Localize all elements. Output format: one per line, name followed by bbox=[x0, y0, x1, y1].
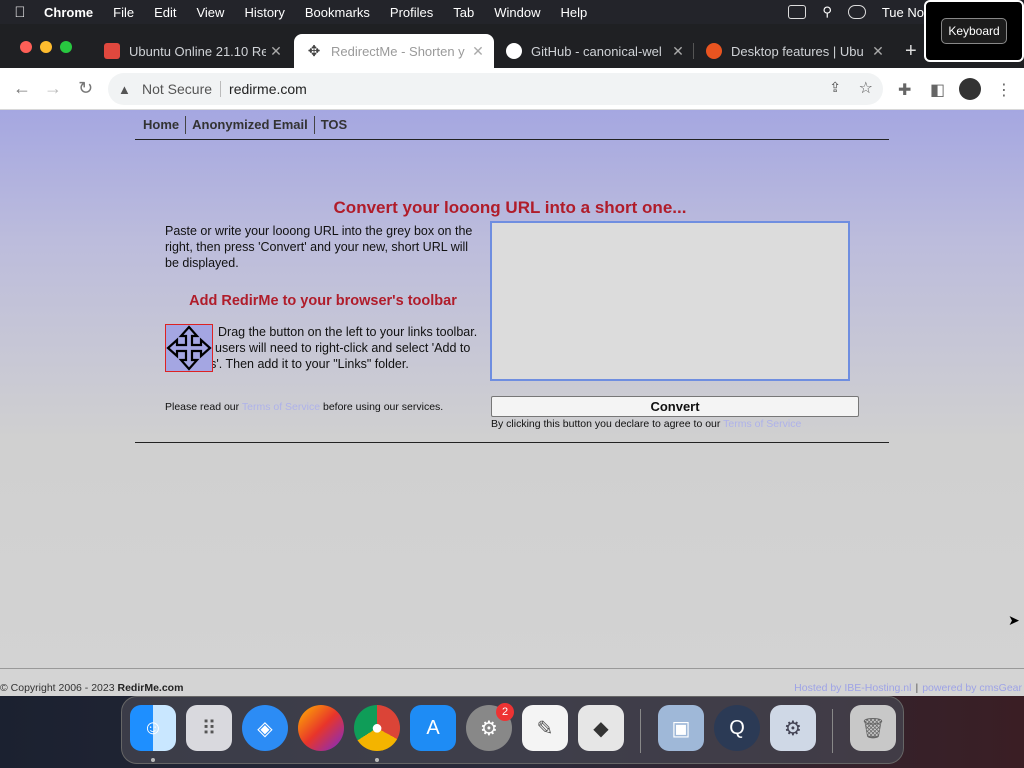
chrome-icon[interactable]: ● bbox=[354, 705, 400, 751]
textedit-icon[interactable]: ✎ bbox=[522, 705, 568, 751]
kebab-menu-icon[interactable]: ⋮ bbox=[996, 80, 1012, 100]
reload-icon[interactable]: ↻ bbox=[78, 78, 93, 99]
agree-note: By clicking this button you declare to a… bbox=[491, 418, 801, 430]
move-arrows-icon: ✥ bbox=[307, 43, 321, 60]
menu-history[interactable]: History bbox=[234, 5, 294, 20]
apple-icon[interactable]:  bbox=[0, 4, 40, 21]
toolbar-heading: Add RedirMe to your browser's toolbar bbox=[189, 293, 457, 309]
terms-link[interactable]: Terms of Service bbox=[242, 401, 320, 413]
tab-ubuntu-online[interactable]: Ubuntu Online 21.10 Re ✕ bbox=[92, 34, 292, 68]
menu-profiles[interactable]: Profiles bbox=[380, 5, 443, 20]
page-headline: Convert your looong URL into a short one… bbox=[333, 198, 687, 217]
copyright-years: © Copyright 2006 - 2023 bbox=[0, 682, 115, 694]
roblox-icon[interactable]: ◆ bbox=[578, 705, 624, 751]
close-tab-icon[interactable]: ✕ bbox=[468, 43, 488, 60]
bottom-divider bbox=[135, 442, 889, 443]
trash-icon[interactable]: 🗑 bbox=[850, 705, 896, 751]
site-footer: © Copyright 2006 - 2023 RedirMe.com Host… bbox=[0, 668, 1024, 696]
agree-note-prefix: By clicking this button you declare to a… bbox=[491, 418, 721, 430]
notification-badge: 2 bbox=[496, 703, 514, 721]
tab-title: Ubuntu Online 21.10 Re bbox=[129, 43, 266, 59]
terms-note-prefix: Please read our bbox=[165, 401, 240, 413]
github-icon bbox=[506, 43, 522, 59]
terms-note: Please read our Terms of Service before … bbox=[165, 401, 443, 413]
close-tab-icon[interactable]: ✕ bbox=[266, 43, 286, 60]
intro-text: Paste or write your looong URL into the … bbox=[165, 224, 473, 270]
tab-title: RedirectMe - Shorten y bbox=[331, 43, 465, 59]
tab-title: Desktop features | Ubu bbox=[731, 43, 864, 59]
security-label[interactable]: Not Secure bbox=[142, 81, 212, 97]
nav-home[interactable]: Home bbox=[137, 116, 187, 134]
window-controls bbox=[20, 41, 72, 53]
convert-button[interactable]: Convert bbox=[491, 396, 859, 417]
keyboard-popup: Keyboard bbox=[924, 0, 1024, 62]
nav-anonymized-email[interactable]: Anonymized Email bbox=[186, 116, 315, 134]
macos-menubar:  Chrome File Edit View History Bookmark… bbox=[0, 0, 1024, 24]
tab-title: GitHub - canonical-wel bbox=[531, 43, 662, 59]
menu-app-name[interactable]: Chrome bbox=[40, 5, 103, 20]
nav-tos[interactable]: TOS bbox=[315, 116, 354, 134]
app-store-icon[interactable]: A bbox=[410, 705, 456, 751]
close-window-button[interactable] bbox=[20, 41, 32, 53]
preview-icon[interactable]: ▣ bbox=[658, 705, 704, 751]
tab-strip: Ubuntu Online 21.10 Re ✕ ✥ RedirectMe - … bbox=[0, 24, 1024, 68]
hosted-by-link[interactable]: Hosted by IBE-Hosting.nl bbox=[794, 682, 911, 694]
launchpad-icon[interactable]: ⠿ bbox=[186, 705, 232, 751]
forward-arrow-icon[interactable]: → bbox=[44, 78, 62, 99]
firefox-icon[interactable] bbox=[298, 705, 344, 751]
tab-desktop-features[interactable]: Desktop features | Ubu ✕ bbox=[694, 34, 894, 68]
minimize-window-button[interactable] bbox=[40, 41, 52, 53]
screen-mirroring-icon[interactable] bbox=[788, 5, 807, 19]
terms-note-suffix: before using our services. bbox=[322, 401, 444, 413]
safari-compass-icon[interactable]: ◈ bbox=[242, 705, 288, 751]
site-nav: Home Anonymized Email TOS bbox=[137, 116, 353, 134]
menu-view[interactable]: View bbox=[186, 5, 234, 20]
address-bar[interactable]: ▲ Not Secure redirme.com ⇪ ☆ bbox=[108, 73, 883, 105]
close-tab-icon[interactable]: ✕ bbox=[668, 43, 688, 60]
menu-edit[interactable]: Edit bbox=[144, 5, 186, 20]
browser-toolbar: ← → ↻ ▲ Not Secure redirme.com ⇪ ☆ ✚ ◧ ⋮ bbox=[0, 68, 1024, 110]
drag-instructions: Drag the button on the left to your link… bbox=[165, 325, 478, 371]
menu-tab[interactable]: Tab bbox=[443, 5, 484, 20]
powered-by-link[interactable]: powered by cmsGear bbox=[922, 682, 1022, 694]
spotlight-search-icon[interactable]: ⚲ bbox=[822, 4, 832, 20]
copyright-text: © Copyright 2006 - 2023 RedirMe.com bbox=[0, 682, 183, 694]
url-text[interactable]: redirme.com bbox=[229, 81, 307, 97]
utility-gear-icon[interactable]: ⚙ bbox=[770, 705, 816, 751]
bookmark-star-icon[interactable]: ☆ bbox=[859, 78, 873, 98]
tab-github[interactable]: GitHub - canonical-wel ✕ bbox=[494, 34, 694, 68]
warning-triangle-icon[interactable]: ▲ bbox=[118, 82, 134, 97]
extensions-puzzle-icon[interactable]: ✚ bbox=[898, 80, 911, 100]
control-center-icon[interactable] bbox=[847, 5, 866, 19]
back-arrow-icon[interactable]: ← bbox=[13, 78, 31, 99]
mouse-cursor-icon: ➤ bbox=[1008, 612, 1020, 628]
new-tab-icon[interactable]: + bbox=[905, 40, 917, 63]
tab-redirectme[interactable]: ✥ RedirectMe - Shorten y ✕ bbox=[294, 34, 494, 68]
desktop-background: ☺ ⠿ ◈ ● A ⚙ 2 ✎ ◆ ▣ Q ⚙ 🗑 bbox=[0, 696, 1024, 768]
share-icon[interactable]: ⇪ bbox=[829, 79, 841, 96]
ubuntu-red-square-icon bbox=[104, 43, 120, 59]
close-tab-icon[interactable]: ✕ bbox=[868, 43, 888, 60]
footer-credits: Hosted by IBE-Hosting.nl | powered by cmsG… bbox=[794, 682, 1022, 694]
top-divider bbox=[135, 139, 889, 140]
move-arrows-icon bbox=[166, 325, 212, 371]
page-content: Home Anonymized Email TOS Convert your l… bbox=[0, 110, 1024, 668]
menu-file[interactable]: File bbox=[103, 5, 144, 20]
agree-terms-link[interactable]: Terms of Service bbox=[723, 418, 801, 430]
ubuntu-logo-icon bbox=[706, 43, 722, 59]
copyright-site[interactable]: RedirMe.com bbox=[117, 682, 183, 694]
menubar-clock[interactable]: Tue No bbox=[882, 5, 924, 20]
keyboard-popup-label: Keyboard bbox=[941, 18, 1007, 44]
menu-help[interactable]: Help bbox=[551, 5, 598, 20]
zoom-window-button[interactable] bbox=[60, 41, 72, 53]
quicktime-icon[interactable]: Q bbox=[714, 705, 760, 751]
macos-dock: ☺ ⠿ ◈ ● A ⚙ 2 ✎ ◆ ▣ Q ⚙ 🗑 bbox=[121, 696, 904, 764]
menu-bookmarks[interactable]: Bookmarks bbox=[295, 5, 380, 20]
long-url-input[interactable] bbox=[490, 221, 850, 381]
profile-avatar-icon[interactable] bbox=[959, 78, 981, 100]
menu-window[interactable]: Window bbox=[484, 5, 550, 20]
side-panel-icon[interactable]: ◧ bbox=[930, 80, 945, 100]
drag-bookmarklet-button[interactable] bbox=[165, 324, 213, 372]
finder-icon[interactable]: ☺ bbox=[130, 705, 176, 751]
